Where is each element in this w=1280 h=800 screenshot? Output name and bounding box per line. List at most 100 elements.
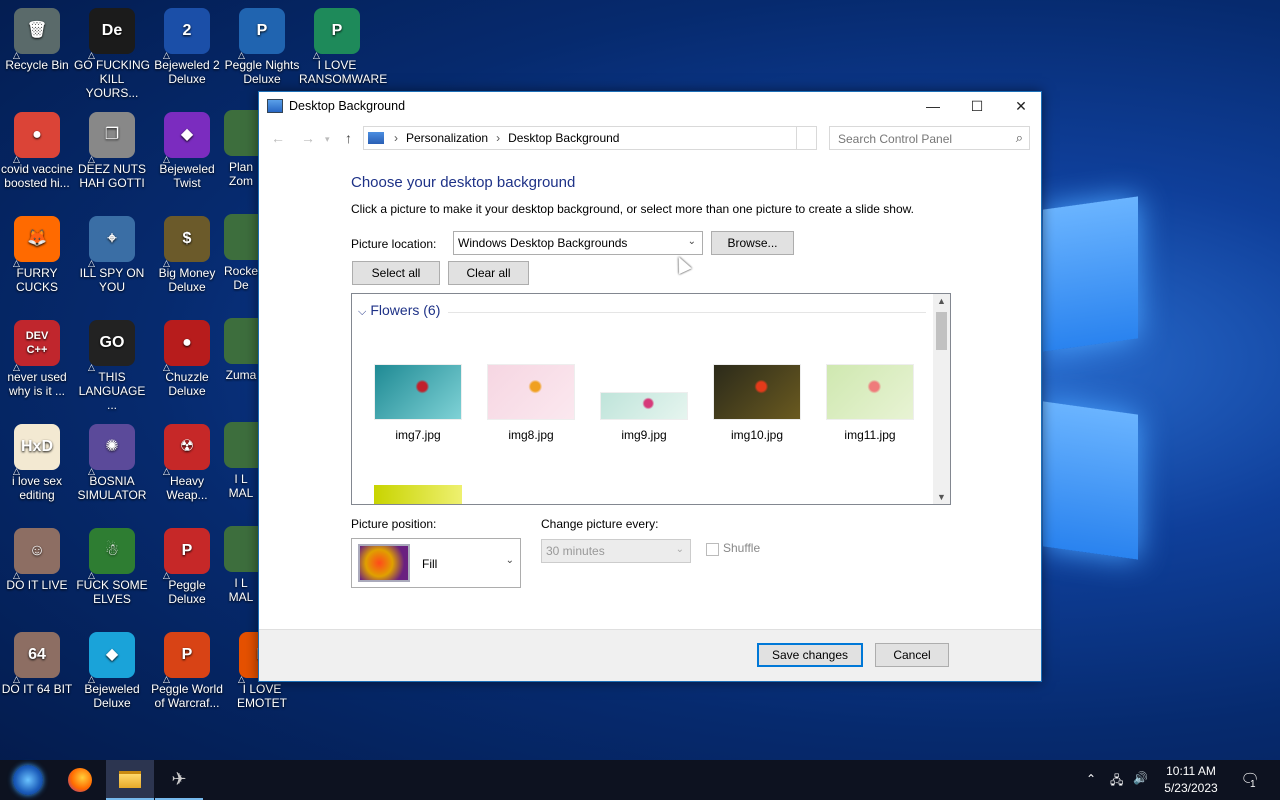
desktop-icon-partial[interactable]: I L MAL (224, 526, 258, 604)
taskbar-file-explorer[interactable] (106, 760, 154, 800)
back-arrow-icon[interactable]: ← (271, 130, 285, 146)
thumbnail-item[interactable]: img9.jpg (594, 392, 694, 442)
desktop-icon[interactable]: ◆ △ Bejeweled Deluxe (74, 632, 150, 710)
desktop-icon[interactable]: ● △ Chuzzle Deluxe (149, 320, 225, 398)
recent-dropdown-icon[interactable]: ▾ (325, 134, 330, 145)
clock-date: 5/23/2023 (1164, 781, 1218, 795)
desktop-icon[interactable]: ❐ △ DEEZ NUTS HAH GOTTI (74, 112, 150, 190)
desktop-icon[interactable]: P △ Peggle Deluxe (149, 528, 225, 606)
shortcut-arrow-icon: △ (238, 674, 245, 684)
cancel-button[interactable]: Cancel (875, 643, 949, 667)
taskbar-firefox[interactable] (56, 760, 104, 800)
game-icon: $ (164, 216, 210, 262)
maximize-button[interactable]: ☐ (955, 92, 999, 120)
desktop-icon[interactable]: ✺ △ BOSNIA SIMULATOR (74, 424, 150, 502)
shortcut-arrow-icon: △ (88, 466, 95, 476)
desktop-icon-label: Peggle Deluxe (168, 578, 206, 606)
thumbnail-label: img8.jpg (508, 428, 554, 442)
desktop-icon[interactable]: $ △ Big Money Deluxe (149, 216, 225, 294)
desktop-icon[interactable]: 🗑 △ Recycle Bin (0, 8, 75, 72)
thumbnail-item[interactable]: img11.jpg (820, 364, 920, 442)
scroll-up-icon[interactable]: ▲ (937, 296, 946, 306)
title-bar[interactable]: Desktop Background — ☐ ✕ (259, 92, 1041, 120)
chevron-up-icon[interactable]: ⌃ (1086, 772, 1096, 786)
desktop-icon[interactable]: HxD △ i love sex editing (0, 424, 75, 502)
desktop-icon-label: Heavy Weap... (166, 474, 208, 502)
network-icon[interactable]: 🖧 (1110, 771, 1123, 792)
taskbar-app[interactable]: ✈ (155, 760, 203, 800)
shortcut-arrow-icon: △ (313, 50, 320, 60)
forward-arrow-icon[interactable]: → (301, 130, 315, 146)
portrait-icon: 64 (14, 632, 60, 678)
search-input[interactable]: Search Control Panel ⌕ (829, 126, 1030, 150)
game-icon: ☃ (89, 528, 135, 574)
gallery-scrollbar[interactable]: ▲ ▼ (933, 294, 950, 504)
thumbnail-partial[interactable] (374, 485, 462, 504)
desktop-icon[interactable]: ⌖ △ ILL SPY ON YOU (74, 216, 150, 294)
folder-icon (119, 770, 141, 788)
clock[interactable]: 10:11 AM 5/23/2023 (1156, 764, 1226, 795)
desktop-icon[interactable]: P △ I LOVE RANSOMWARE (299, 8, 387, 86)
desktop-icon[interactable]: ◆ △ Bejeweled Twist (149, 112, 225, 190)
desktop-icon-label: Big Money Deluxe (158, 266, 216, 294)
desktop-icon[interactable]: GO △ THIS LANGUAGE ... (74, 320, 150, 412)
select-all-button[interactable]: Select all (352, 261, 440, 285)
desktop-icon-label: i love sex editing (11, 474, 63, 502)
shortcut-arrow-icon: △ (13, 50, 20, 60)
pin-icon: ✈ (171, 768, 187, 789)
action-center-button[interactable]: 🗨 1 (1238, 770, 1262, 790)
desktop-icon[interactable]: ☺ △ DO IT LIVE (0, 528, 75, 592)
volume-icon[interactable]: 🔊 (1133, 771, 1148, 785)
page-title: Choose your desktop background (351, 174, 576, 191)
breadcrumb-personalization[interactable]: Personalization (406, 131, 488, 145)
desktop-icon[interactable]: ☢ △ Heavy Weap... (149, 424, 225, 502)
picture-location-select[interactable]: Windows Desktop Backgrounds ⌄ (453, 231, 703, 255)
picture-position-label: Picture position: (351, 517, 437, 531)
desktop-icon-partial[interactable]: Plan Zom (224, 110, 258, 188)
change-every-select[interactable]: 30 minutes ⌄ (541, 539, 691, 563)
desktop-icon[interactable]: 🦊 △ FURRY CUCKS (0, 216, 75, 294)
thumbnail-item[interactable]: img8.jpg (481, 364, 581, 442)
desktop-icon[interactable]: ☃ △ FUCK SOME ELVES (74, 528, 150, 606)
desktop-icon-partial[interactable]: Rocke De (224, 214, 258, 292)
desktop-icon-label: I L MAL (228, 472, 254, 500)
desktop-icon[interactable]: 2 △ Bejeweled 2 Deluxe (149, 8, 225, 86)
breadcrumb-desktop-background[interactable]: Desktop Background (508, 131, 619, 145)
desktop-icon[interactable]: P △ Peggle Nights Deluxe (224, 8, 300, 86)
scrollbar-thumb[interactable] (936, 312, 947, 350)
desktop-icon[interactable]: 64 △ DO IT 64 BIT (0, 632, 75, 696)
shuffle-checkbox[interactable] (706, 543, 719, 556)
desktop-icon-label: Bejeweled Deluxe (84, 682, 140, 710)
desktop-icon-label: never used why is it ... (7, 370, 67, 398)
group-header-flowers[interactable]: ⌵ Flowers (6) (358, 302, 440, 319)
desktop-icon[interactable]: P △ Peggle World of Warcraf... (149, 632, 225, 710)
desktop-icon-label: DO IT LIVE (6, 578, 68, 592)
search-icon[interactable]: ⌕ (1016, 130, 1023, 146)
desktop-icon-partial[interactable]: Zuma (224, 318, 258, 382)
up-arrow-icon[interactable]: ↑ (345, 130, 352, 146)
breadcrumb-separator-icon: › (496, 131, 501, 145)
shortcut-arrow-icon: △ (88, 674, 95, 684)
picture-gallery[interactable]: ⌵ Flowers (6) img7.jpg img8.jpg img9.jpg img… (351, 293, 951, 505)
browse-button[interactable]: Browse... (711, 231, 794, 255)
scroll-down-icon[interactable]: ▼ (937, 492, 946, 502)
clear-all-button[interactable]: Clear all (448, 261, 529, 285)
save-changes-button[interactable]: Save changes (757, 643, 863, 667)
desktop-icon[interactable]: DEV C++ △ never used why is it ... (0, 320, 75, 398)
thumbnail-item[interactable]: img7.jpg (368, 364, 468, 442)
address-dropdown-button[interactable] (796, 127, 816, 149)
close-button[interactable]: ✕ (999, 92, 1043, 120)
desktop-icon[interactable]: De △ GO FUCKING KILL YOURS... (74, 8, 150, 100)
breadcrumb[interactable]: › Personalization › Desktop Background (363, 126, 817, 150)
breadcrumb-separator-icon: › (394, 131, 398, 145)
recycle-bin-icon: 🗑 (14, 8, 60, 54)
desktop-icon-partial[interactable]: I L MAL (224, 422, 258, 500)
picture-position-value: Fill (422, 557, 438, 571)
shortcut-arrow-icon: △ (13, 674, 20, 684)
desktop-icon[interactable]: ● △ covid vaccine boosted hi... (0, 112, 75, 190)
clock-time: 10:11 AM (1166, 764, 1216, 778)
thumbnail-item[interactable]: img10.jpg (707, 364, 807, 442)
start-button[interactable] (4, 760, 52, 800)
picture-position-select[interactable]: Fill ⌄ (351, 538, 521, 588)
minimize-button[interactable]: — (911, 92, 955, 120)
